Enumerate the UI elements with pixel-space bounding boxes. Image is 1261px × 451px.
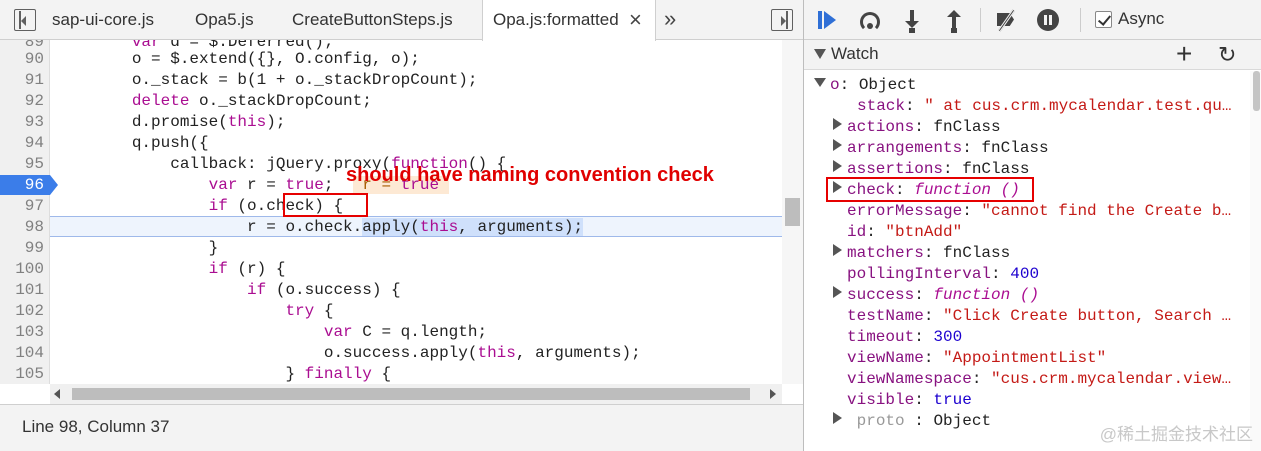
line-number[interactable]: 97 <box>0 196 50 216</box>
line-number[interactable]: 100 <box>0 259 50 279</box>
code-line: var C = q.length; <box>323 323 488 341</box>
prop-id[interactable]: id: "btnAdd" <box>847 222 962 243</box>
editor-horizontal-scrollbar[interactable] <box>50 384 782 404</box>
source-editor-pane: sap-ui-core.js Opa5.js CreateButtonSteps… <box>0 0 803 451</box>
annotation-highlight-box <box>283 193 368 217</box>
pause-on-exceptions-icon[interactable] <box>1035 8 1061 32</box>
prop-timeout[interactable]: timeout: 300 <box>847 327 962 348</box>
watch-scrollbar[interactable] <box>1250 71 1261 451</box>
watch-item-o[interactable]: o: Object <box>814 75 916 96</box>
watermark: @稀土掘金技术社区 <box>1099 425 1253 444</box>
async-label: Async <box>1118 9 1165 28</box>
collapse-caret-icon[interactable] <box>814 49 826 59</box>
toolbar-divider <box>980 8 981 32</box>
prop-success[interactable]: success: function () <box>833 285 1039 306</box>
prop-arrangements[interactable]: arrangements: fnClass <box>833 138 1049 159</box>
line-number[interactable]: 104 <box>0 343 50 363</box>
editor-status-bar: Line 98, Column 37 <box>0 404 803 451</box>
prop-matchers[interactable]: matchers: fnClass <box>833 243 1010 264</box>
line-number[interactable]: 91 <box>0 70 50 90</box>
tab-opa-formatted[interactable]: Opa.js:formatted × <box>482 0 656 41</box>
close-tab-icon[interactable]: × <box>629 0 642 40</box>
code-line: } <box>55 239 219 257</box>
breakpoint-line-number[interactable]: 96 <box>0 175 58 195</box>
tab-opa5[interactable]: Opa5.js <box>195 0 254 40</box>
code-line: q.push({ <box>55 134 209 152</box>
code-line: delete o._stackDropCount; <box>131 92 372 110</box>
editor-vertical-scroll-thumb[interactable] <box>785 198 800 226</box>
line-number[interactable]: 90 <box>0 49 50 69</box>
deactivate-breakpoints-icon[interactable] <box>993 8 1019 32</box>
code-line: if (r) { <box>208 260 286 278</box>
prop-view-name[interactable]: viewName: "AppointmentList" <box>847 348 1106 369</box>
prop-stack[interactable]: stack: " at cus.crm.mycalendar.test.qu… <box>857 96 1231 117</box>
code-line: o._stack = b(1 + o._stackDropCount); <box>55 71 478 89</box>
expand-caret-icon[interactable] <box>833 160 842 172</box>
line-number[interactable]: 103 <box>0 322 50 342</box>
prop-test-name[interactable]: testName: "Click Create button, Search … <box>847 306 1231 327</box>
tab-sap-ui-core[interactable]: sap-ui-core.js <box>52 0 154 40</box>
scroll-left-arrow-icon[interactable] <box>54 389 60 399</box>
line-number-gutter[interactable]: 89 90 91 92 93 94 95 96 97 98 99 100 101 102 103 104 105… <box>0 40 58 384</box>
watch-title: Watch <box>831 44 879 63</box>
prop-error-message[interactable]: errorMessage: "cannot find the Create b… <box>847 201 1231 222</box>
line-number[interactable]: 94 <box>0 133 50 153</box>
step-over-icon[interactable] <box>857 8 883 32</box>
expanded-caret-icon[interactable] <box>814 78 826 87</box>
code-line: d.promise(this); <box>55 113 286 131</box>
show-navigator-icon[interactable] <box>14 9 36 31</box>
refresh-watch-icon[interactable]: ↻ <box>1218 41 1236 69</box>
expand-caret-icon[interactable] <box>833 412 842 424</box>
watch-tree: o: Object stack: " at cus.crm.mycalendar… <box>804 71 1261 451</box>
code-line: o = $.extend({}, O.config, o); <box>55 50 420 68</box>
line-number[interactable]: 105 <box>0 364 50 384</box>
expand-caret-icon[interactable] <box>833 244 842 256</box>
prop-visible[interactable]: visible: true <box>847 390 972 411</box>
line-number[interactable]: 98 <box>0 217 50 237</box>
resume-icon[interactable] <box>814 8 840 32</box>
expand-caret-icon[interactable] <box>833 286 842 298</box>
prop-polling-interval[interactable]: pollingInterval: 400 <box>847 264 1039 285</box>
code-line: o.success.apply(this, arguments); <box>55 344 641 362</box>
tab-overflow-icon[interactable]: » <box>664 0 676 38</box>
code-line: try { <box>285 302 334 320</box>
add-watch-icon[interactable]: + <box>1176 39 1192 69</box>
line-number[interactable]: 95 <box>0 154 50 174</box>
code-line: } finally { <box>55 365 392 383</box>
prop-actions[interactable]: actions: fnClass <box>833 117 1001 138</box>
line-number[interactable]: 93 <box>0 112 50 132</box>
toolbar-divider <box>1080 8 1081 32</box>
line-number[interactable]: 99 <box>0 238 50 258</box>
code-line: r = o.check.apply(this, arguments); <box>55 218 584 236</box>
code-area[interactable]: 89 90 91 92 93 94 95 96 97 98 99 100 101 102 103 104 105… <box>0 40 803 384</box>
debugger-sidebar: Async Watch + ↻ o: Object stack: " at cu… <box>803 0 1261 451</box>
expand-caret-icon[interactable] <box>833 139 842 151</box>
expand-caret-icon[interactable] <box>833 118 842 130</box>
editor-horizontal-scroll-thumb[interactable] <box>72 388 750 400</box>
scroll-right-arrow-icon[interactable] <box>770 389 776 399</box>
show-debugger-icon[interactable] <box>771 9 793 31</box>
tab-create-button-steps[interactable]: CreateButtonSteps.js <box>292 0 453 40</box>
annotation-highlight-box <box>826 177 1034 202</box>
code-line: if (o.success) { <box>247 281 401 299</box>
cursor-position: Line 98, Column 37 <box>22 417 170 436</box>
editor-vertical-scrollbar[interactable] <box>782 40 803 384</box>
annotation-label: should have naming convention check <box>346 164 714 186</box>
prop-view-namespace[interactable]: viewNamespace: "cus.crm.mycalendar.view… <box>847 369 1231 390</box>
prop-proto[interactable]: proto : Object <box>833 411 991 432</box>
watch-scroll-thumb[interactable] <box>1253 71 1260 111</box>
line-number[interactable]: 101 <box>0 280 50 300</box>
line-number[interactable]: 92 <box>0 91 50 111</box>
debugger-toolbar: Async <box>804 0 1261 40</box>
step-out-icon[interactable] <box>941 8 967 33</box>
editor-tab-bar: sap-ui-core.js Opa5.js CreateButtonSteps… <box>0 0 803 41</box>
async-checkbox[interactable] <box>1095 11 1112 28</box>
line-number[interactable]: 102 <box>0 301 50 321</box>
watch-section-header[interactable]: Watch + ↻ <box>804 39 1261 70</box>
step-into-icon[interactable] <box>899 8 925 33</box>
